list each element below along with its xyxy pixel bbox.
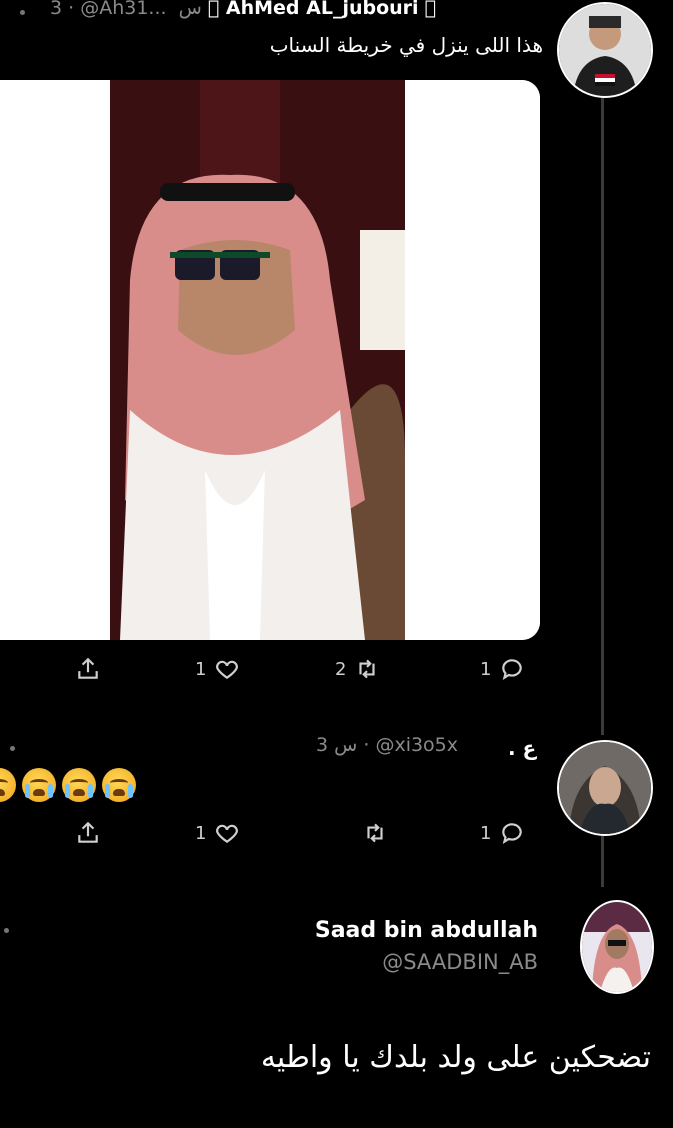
like-count: 1 [195,822,207,844]
avatar[interactable] [557,2,653,98]
tweet-time: 3 · @Ah31... س [50,0,202,19]
share-button[interactable] [75,656,101,682]
retweet-icon [367,823,383,843]
like-count: 1 [195,658,207,680]
tweet-meta: 3 · @Ah31... س  AhMed AL_jubouri  [50,0,436,19]
apple-icon:  [425,0,436,19]
more-icon[interactable] [10,746,15,751]
avatar-image [559,4,651,96]
thread-line [601,832,604,887]
tweet-text: تضحكين على ولد بلدك يا واطيه [260,1040,651,1075]
like-button[interactable]: 1 [195,820,240,846]
reply-button[interactable]: 1 [480,820,525,846]
retweet-button[interactable]: 2 [335,656,380,682]
tweet-photo[interactable] [0,80,540,640]
tweet-time-handle: س 3 · @xi3o5x [316,734,459,756]
retweet-button[interactable] [362,820,388,846]
display-name[interactable]: ع . [508,736,536,760]
more-icon[interactable] [4,928,9,933]
more-icon[interactable] [20,10,25,15]
retweet-icon [359,659,376,679]
heart-icon [216,660,239,679]
reply-icon [502,823,523,845]
like-button[interactable]: 1 [195,656,240,682]
heart-icon [216,824,239,843]
loudly-crying-emoji [102,768,136,802]
reply-count: 1 [480,822,492,844]
tweet-meta: س 3 · @xi3o5x [316,734,458,756]
photo-image [0,80,540,640]
reply-count: 1 [480,658,492,680]
share-icon [78,821,98,843]
loudly-crying-emoji [0,768,16,802]
reply-button[interactable]: 1 [480,656,525,682]
avatar[interactable] [580,900,654,994]
loudly-crying-emoji [62,768,96,802]
retweet-count: 2 [335,658,347,680]
loudly-crying-emoji [22,768,56,802]
avatar-image [559,742,651,834]
avatar-image [582,902,652,992]
display-name[interactable]: AhMed AL_jubouri [226,0,419,19]
display-name[interactable]: Saad bin abdullah [315,918,538,943]
reply-icon [502,659,523,681]
apple-icon:  [208,0,226,19]
user-handle[interactable]: @SAADBIN_AB [382,950,538,974]
share-icon [78,657,98,679]
share-button[interactable] [75,820,101,846]
thread-line [601,95,604,735]
avatar[interactable] [557,740,653,836]
tweet-text: هذا اللى ينزل في خريطة السناب [269,33,543,57]
